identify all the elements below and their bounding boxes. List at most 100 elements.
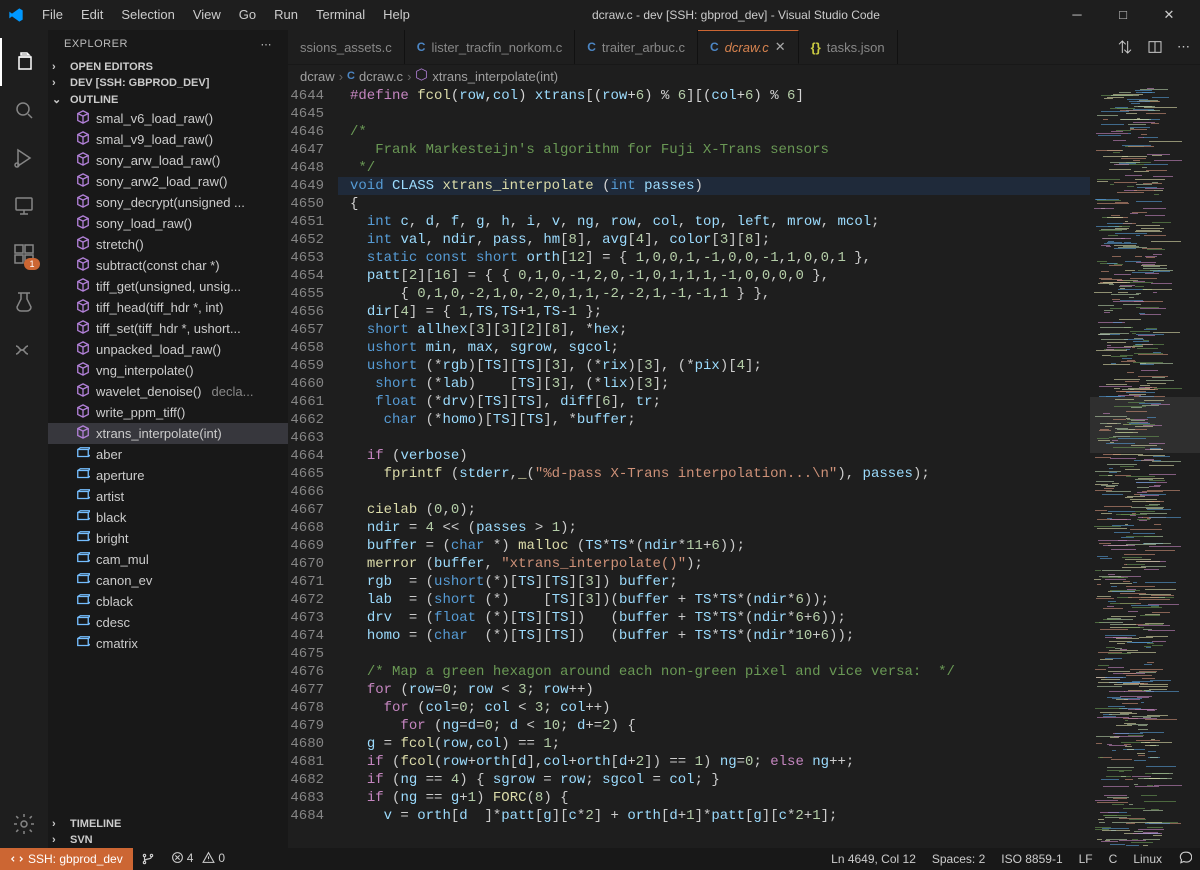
breadcrumb-file[interactable]: dcraw.c bbox=[359, 69, 403, 84]
outline-item[interactable]: bright bbox=[48, 528, 288, 549]
remote-indicator[interactable]: SSH: gbprod_dev bbox=[0, 848, 133, 870]
editor-tab[interactable]: {} tasks.json bbox=[799, 30, 898, 64]
outline-item[interactable]: canon_ev bbox=[48, 570, 288, 591]
outline-item[interactable]: unpacked_load_raw() bbox=[48, 339, 288, 360]
outline-item[interactable]: cblack bbox=[48, 591, 288, 612]
activity-testing[interactable] bbox=[0, 278, 48, 326]
outline-item[interactable]: aperture bbox=[48, 465, 288, 486]
window-controls: ─ □ ✕ bbox=[1054, 0, 1192, 30]
tab-label: lister_tracfin_norkom.c bbox=[431, 40, 562, 55]
outline-item[interactable]: smal_v6_load_raw() bbox=[48, 108, 288, 129]
editor-tab[interactable]: Cdcraw.c ✕ bbox=[698, 30, 799, 64]
outline-item[interactable]: aber bbox=[48, 444, 288, 465]
c-file-icon: C bbox=[710, 40, 719, 54]
activity-explorer[interactable] bbox=[0, 38, 48, 86]
close-tab-icon[interactable]: ✕ bbox=[775, 39, 786, 55]
editor-area: ssions_assets.cClister_tracfin_norkom.cC… bbox=[288, 30, 1200, 848]
activity-remote[interactable] bbox=[0, 182, 48, 230]
language-mode[interactable]: C bbox=[1101, 852, 1126, 866]
menu-run[interactable]: Run bbox=[266, 3, 306, 26]
activity-search[interactable] bbox=[0, 86, 48, 134]
activity-extensions[interactable]: 1 bbox=[0, 230, 48, 278]
minimap[interactable] bbox=[1090, 87, 1200, 848]
outline-item[interactable]: tiff_set(tiff_hdr *, ushort... bbox=[48, 318, 288, 339]
vscode-logo-icon bbox=[8, 7, 24, 23]
c-file-icon: C bbox=[417, 40, 426, 54]
outline-item[interactable]: vng_interpolate() bbox=[48, 360, 288, 381]
function-icon bbox=[415, 68, 428, 84]
encoding[interactable]: ISO 8859-1 bbox=[993, 852, 1070, 866]
outline-item[interactable]: write_ppm_tiff() bbox=[48, 402, 288, 423]
tab-label: ssions_assets.c bbox=[300, 40, 392, 55]
section-dev[interactable]: ›DEV [SSH: GBPROD_DEV] bbox=[48, 75, 288, 91]
line-number-gutter: 4644464546464647464846494650465146524653… bbox=[288, 87, 338, 848]
compare-icon[interactable] bbox=[1117, 39, 1133, 55]
json-file-icon: {} bbox=[811, 40, 821, 55]
outline-item[interactable]: sony_load_raw() bbox=[48, 213, 288, 234]
menu-selection[interactable]: Selection bbox=[113, 3, 182, 26]
outline-item[interactable]: stretch() bbox=[48, 234, 288, 255]
tab-label: tasks.json bbox=[827, 40, 885, 55]
outline-item[interactable]: sony_decrypt(unsigned ... bbox=[48, 192, 288, 213]
activity-run[interactable] bbox=[0, 134, 48, 182]
menu-help[interactable]: Help bbox=[375, 3, 418, 26]
extensions-badge: 1 bbox=[24, 258, 39, 270]
outline-item[interactable]: smal_v9_load_raw() bbox=[48, 129, 288, 150]
editor-actions: ⋯ bbox=[1107, 30, 1200, 64]
eol[interactable]: LF bbox=[1071, 852, 1101, 866]
split-editor-icon[interactable] bbox=[1147, 39, 1163, 55]
breadcrumb-symbol[interactable]: xtrans_interpolate(int) bbox=[432, 69, 558, 84]
outline-item[interactable]: cdesc bbox=[48, 612, 288, 633]
explorer-sidebar: EXPLORER⋯ ›OPEN EDITORS ›DEV [SSH: GBPRO… bbox=[48, 30, 288, 848]
editor-tabs: ssions_assets.cClister_tracfin_norkom.cC… bbox=[288, 30, 1200, 65]
outline-item[interactable]: xtrans_interpolate(int) bbox=[48, 423, 288, 444]
breadcrumb-folder[interactable]: dcraw bbox=[300, 69, 335, 84]
section-open-editors[interactable]: ›OPEN EDITORS bbox=[48, 59, 288, 75]
outline-item[interactable]: sony_arw2_load_raw() bbox=[48, 171, 288, 192]
outline-item[interactable]: cam_mul bbox=[48, 549, 288, 570]
outline-item[interactable]: subtract(const char *) bbox=[48, 255, 288, 276]
close-button[interactable]: ✕ bbox=[1146, 0, 1192, 30]
tab-label: dcraw.c bbox=[725, 40, 769, 55]
c-file-icon: C bbox=[587, 40, 596, 54]
outline-item[interactable]: sony_arw_load_raw() bbox=[48, 150, 288, 171]
sidebar-header: EXPLORER⋯ bbox=[48, 30, 288, 59]
editor-tab[interactable]: Clister_tracfin_norkom.c bbox=[405, 30, 575, 64]
minimize-button[interactable]: ─ bbox=[1054, 0, 1100, 30]
titlebar: File Edit Selection View Go Run Terminal… bbox=[0, 0, 1200, 30]
menu-terminal[interactable]: Terminal bbox=[308, 3, 373, 26]
tab-label: traiter_arbuc.c bbox=[602, 40, 685, 55]
section-outline[interactable]: ⌄OUTLINE bbox=[48, 91, 288, 108]
cursor-position[interactable]: Ln 4649, Col 12 bbox=[823, 852, 924, 866]
scm-branch[interactable] bbox=[133, 852, 163, 866]
indentation[interactable]: Spaces: 2 bbox=[924, 852, 993, 866]
c-file-icon: C bbox=[347, 70, 355, 82]
feedback-icon[interactable] bbox=[1170, 851, 1200, 868]
section-timeline[interactable]: ›TIMELINE bbox=[48, 816, 288, 832]
os-indicator[interactable]: Linux bbox=[1125, 852, 1170, 866]
window-title: dcraw.c - dev [SSH: gbprod_dev] - Visual… bbox=[418, 8, 1054, 22]
outline-item[interactable]: wavelet_denoise()decla... bbox=[48, 381, 288, 402]
menu-edit[interactable]: Edit bbox=[73, 3, 111, 26]
breadcrumb[interactable]: dcraw › C dcraw.c › xtrans_interpolate(i… bbox=[288, 65, 1200, 87]
problems-indicator[interactable]: 4 0 bbox=[163, 851, 233, 868]
outline-list: smal_v6_load_raw()smal_v9_load_raw()sony… bbox=[48, 108, 288, 816]
menu-go[interactable]: Go bbox=[231, 3, 264, 26]
editor-tab[interactable]: ssions_assets.c bbox=[288, 30, 405, 64]
activity-settings[interactable] bbox=[0, 800, 48, 848]
menu-view[interactable]: View bbox=[185, 3, 229, 26]
outline-item[interactable]: tiff_head(tiff_hdr *, int) bbox=[48, 297, 288, 318]
more-icon[interactable]: ⋯ bbox=[261, 38, 273, 51]
editor-tab[interactable]: Ctraiter_arbuc.c bbox=[575, 30, 698, 64]
code-editor[interactable]: #define fcol(row,col) xtrans[(row+6) % 6… bbox=[338, 87, 1090, 848]
menu-file[interactable]: File bbox=[34, 3, 71, 26]
outline-item[interactable]: artist bbox=[48, 486, 288, 507]
outline-item[interactable]: tiff_get(unsigned, unsig... bbox=[48, 276, 288, 297]
outline-item[interactable]: black bbox=[48, 507, 288, 528]
more-actions-icon[interactable]: ⋯ bbox=[1177, 39, 1190, 55]
activity-custom[interactable] bbox=[0, 326, 48, 374]
maximize-button[interactable]: □ bbox=[1100, 0, 1146, 30]
outline-item[interactable]: cmatrix bbox=[48, 633, 288, 654]
statusbar: SSH: gbprod_dev 4 0 Ln 4649, Col 12 Spac… bbox=[0, 848, 1200, 870]
section-svn[interactable]: ›SVN bbox=[48, 832, 288, 848]
